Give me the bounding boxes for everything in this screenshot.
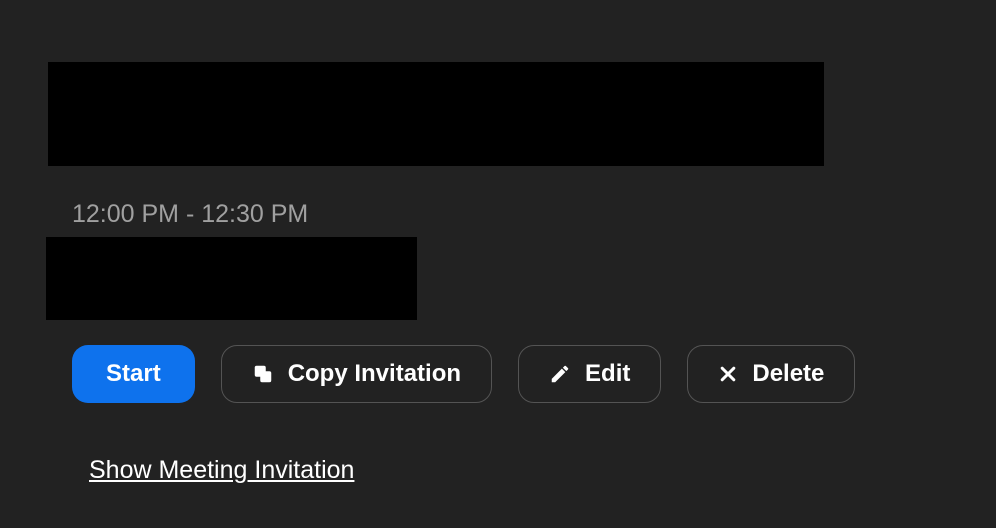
action-button-row: Start Copy Invitation Edit Delete [72,345,855,403]
copy-icon [252,363,274,385]
copy-button-label: Copy Invitation [288,360,461,388]
meeting-time-range: 12:00 PM - 12:30 PM [72,200,308,229]
close-icon [718,364,738,384]
meeting-subinfo-redacted [46,237,417,320]
start-button[interactable]: Start [72,345,195,403]
start-button-label: Start [106,360,161,388]
pencil-icon [549,363,571,385]
delete-button[interactable]: Delete [687,345,855,403]
show-meeting-invitation-link[interactable]: Show Meeting Invitation [89,456,354,485]
edit-button-label: Edit [585,360,630,388]
copy-invitation-button[interactable]: Copy Invitation [221,345,492,403]
edit-button[interactable]: Edit [518,345,661,403]
meeting-title-redacted [48,62,824,166]
delete-button-label: Delete [752,360,824,388]
